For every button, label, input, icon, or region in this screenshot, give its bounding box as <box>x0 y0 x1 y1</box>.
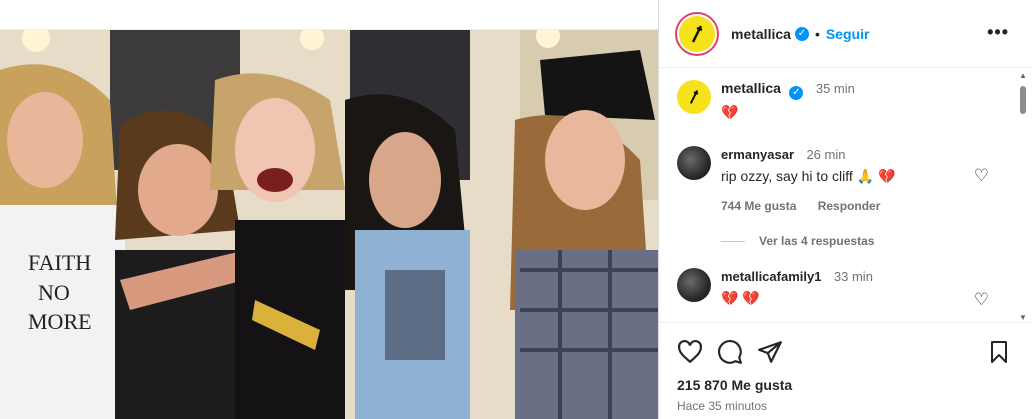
heart-icon[interactable] <box>677 339 703 365</box>
comment-time: 33 min <box>833 269 873 284</box>
more-icon[interactable]: ••• <box>987 22 1009 43</box>
commenter-avatar[interactable] <box>677 146 711 180</box>
caption-username[interactable]: metallica <box>721 80 781 96</box>
caption-avatar[interactable] <box>677 80 711 114</box>
scroll-down-arrow-icon[interactable]: ▼ <box>1019 313 1027 322</box>
media-column: FAITH NO MORE <box>0 0 658 419</box>
caption-time: 35 min <box>815 81 855 96</box>
comment-text: 💔 💔 <box>721 290 760 306</box>
scroll-up-arrow-icon[interactable]: ▲ <box>1019 71 1027 80</box>
post-header: metallica ✓ • Seguir ••• <box>659 0 1032 68</box>
metallica-logo-icon <box>689 90 699 104</box>
comments-list: metallica ✓ 35 min 💔 ermanyasar 26 min r… <box>659 68 1015 322</box>
comment-item: ermanyasar 26 min rip ozzy, say hi to cl… <box>677 146 898 213</box>
comment-username[interactable]: metallicafamily1 <box>721 269 821 284</box>
post-footer: 215 870 Me gusta Hace 35 minutos <box>659 322 1032 419</box>
post-time: Hace 35 minutos <box>677 399 768 413</box>
band-photo <box>0 30 658 419</box>
post-panel: metallica ✓ • Seguir ••• metallica ✓ 35 … <box>658 0 1032 419</box>
comment-like-heart-icon[interactable]: ♡ <box>974 290 989 310</box>
verified-icon: ✓ <box>789 85 804 100</box>
share-icon[interactable] <box>757 339 783 365</box>
view-replies-button[interactable]: Ver las 4 respuestas <box>721 234 874 248</box>
comment-text: rip ozzy, say hi to cliff 🙏 💔 <box>721 168 896 184</box>
account-avatar[interactable] <box>675 11 719 56</box>
comment-item: metallicafamily1 33 min 💔 💔 <box>677 268 873 307</box>
separator-dot: • <box>814 25 820 42</box>
comment-icon[interactable] <box>717 339 743 365</box>
follow-button[interactable]: Seguir <box>826 26 870 42</box>
verified-icon: ✓ <box>794 26 809 41</box>
comment-username[interactable]: ermanyasar <box>721 147 794 162</box>
post-photo[interactable]: FAITH NO MORE <box>0 30 658 419</box>
view-replies-label: Ver las 4 respuestas <box>759 234 875 248</box>
comment-likes[interactable]: 744 Me gusta <box>721 199 796 213</box>
media-top-strip <box>0 0 658 30</box>
shirt-text: FAITH NO MORE <box>28 250 92 335</box>
comment-time: 26 min <box>806 147 846 162</box>
scroll-thumb[interactable] <box>1020 86 1026 114</box>
account-username[interactable]: metallica <box>731 26 791 42</box>
action-icons <box>677 339 797 365</box>
caption-text: 💔 <box>721 103 739 120</box>
comments-scrollbar[interactable]: ▲ ▼ <box>1018 68 1028 322</box>
replies-divider <box>721 240 745 242</box>
bookmark-icon[interactable] <box>987 339 1011 365</box>
comment-like-heart-icon[interactable]: ♡ <box>974 166 989 186</box>
metallica-logo-icon <box>691 24 703 43</box>
caption-row: metallica ✓ 35 min 💔 <box>677 80 855 121</box>
likes-count[interactable]: 215 870 Me gusta <box>677 377 792 393</box>
reply-button[interactable]: Responder <box>818 199 881 213</box>
commenter-avatar[interactable] <box>677 268 711 302</box>
